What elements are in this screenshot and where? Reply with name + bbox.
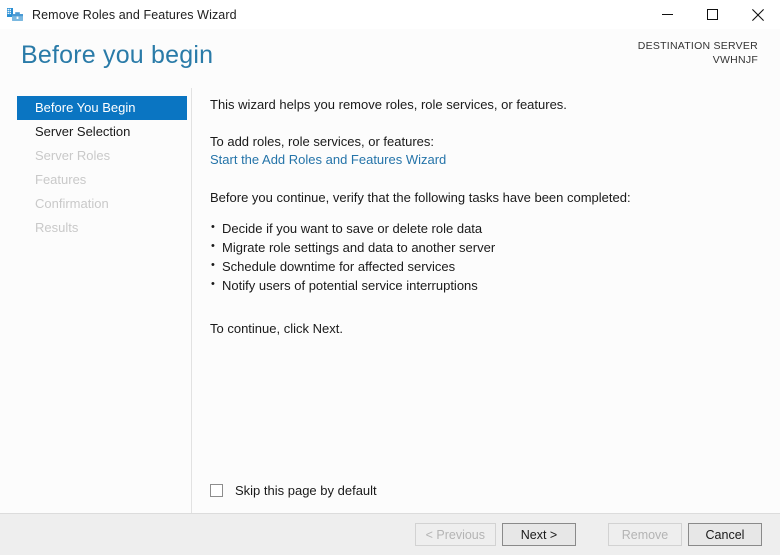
previous-button: < Previous bbox=[414, 523, 496, 546]
title-bar: Remove Roles and Features Wizard bbox=[0, 0, 780, 29]
window-controls bbox=[645, 0, 780, 29]
sidebar-item-server-selection[interactable]: Server Selection bbox=[17, 120, 187, 144]
server-toolbox-icon bbox=[7, 7, 23, 21]
list-item: Decide if you want to save or delete rol… bbox=[210, 218, 780, 238]
verify-prompt: Before you continue, verify that the fol… bbox=[210, 190, 631, 205]
list-item: Migrate role settings and data to anothe… bbox=[210, 237, 780, 257]
maximize-button[interactable] bbox=[690, 0, 735, 29]
add-roles-wizard-link[interactable]: Start the Add Roles and Features Wizard bbox=[210, 151, 446, 168]
skip-page-checkbox[interactable] bbox=[210, 484, 223, 497]
wizard-window: Remove Roles and Features Wizard Before … bbox=[0, 0, 780, 555]
close-button[interactable] bbox=[735, 0, 780, 29]
sidebar-item-confirmation: Confirmation bbox=[35, 196, 109, 211]
task-list: Decide if you want to save or delete rol… bbox=[210, 218, 780, 295]
destination-server-name: VWHNJF bbox=[712, 54, 758, 66]
sidebar-item-features: Features bbox=[35, 172, 87, 187]
maximize-icon bbox=[707, 9, 718, 20]
list-item: Notify users of potential service interr… bbox=[210, 275, 780, 295]
intro-text: This wizard helps you remove roles, role… bbox=[210, 97, 567, 112]
skip-page-row: Skip this page by default bbox=[210, 483, 377, 498]
next-button[interactable]: Next > bbox=[502, 523, 576, 546]
list-item: Schedule downtime for affected services bbox=[210, 256, 780, 276]
window-title: Remove Roles and Features Wizard bbox=[32, 7, 237, 22]
remove-button: Remove bbox=[608, 523, 682, 546]
sidebar-item-before-you-begin[interactable]: Before You Begin bbox=[17, 96, 187, 120]
minimize-button[interactable] bbox=[645, 0, 690, 29]
continue-text: To continue, click Next. bbox=[210, 321, 343, 336]
wizard-navigation: Before You Begin Server Selection Server… bbox=[0, 88, 192, 513]
page-header: Before you begin DESTINATION SERVER VWHN… bbox=[0, 29, 780, 88]
sidebar-item-results: Results bbox=[35, 220, 79, 235]
content-pane: This wizard helps you remove roles, role… bbox=[192, 88, 780, 513]
body-area: Before You Begin Server Selection Server… bbox=[0, 88, 780, 513]
destination-server-block: DESTINATION SERVER VWHNJF bbox=[638, 39, 758, 67]
footer-button-bar: < Previous Next > Remove Cancel bbox=[0, 513, 780, 555]
cancel-button[interactable]: Cancel bbox=[688, 523, 762, 546]
skip-page-label: Skip this page by default bbox=[235, 483, 377, 498]
destination-server-label: DESTINATION SERVER bbox=[637, 40, 758, 52]
sidebar-item-server-roles: Server Roles bbox=[35, 148, 111, 163]
add-roles-prompt: To add roles, role services, or features… bbox=[210, 134, 434, 149]
close-icon bbox=[751, 8, 764, 21]
minimize-icon bbox=[662, 14, 673, 15]
page-title: Before you begin bbox=[21, 41, 214, 69]
